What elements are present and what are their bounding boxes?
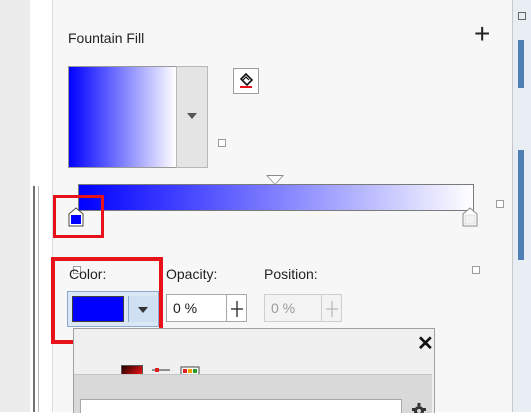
fill-bucket-button[interactable] (233, 68, 259, 94)
color-node-icon (462, 207, 478, 227)
slider-icon (326, 301, 338, 317)
docker-tab-2[interactable] (518, 150, 524, 260)
slider-icon (231, 301, 243, 317)
highlight-start-node (53, 195, 104, 238)
position-input[interactable]: 0 % (264, 294, 322, 322)
left-divider-secondary (38, 186, 39, 412)
paint-bucket-icon (239, 72, 254, 88)
preview-dropdown-button[interactable] (176, 66, 208, 168)
close-icon[interactable]: ✕ (417, 331, 434, 356)
end-color-node[interactable] (462, 207, 478, 227)
opacity-input[interactable]: 0 % (166, 294, 227, 322)
left-window-strip (0, 0, 30, 412)
midpoint-handle[interactable] (268, 176, 282, 184)
position-spinner[interactable] (322, 294, 342, 322)
tiny-checkbox[interactable] (218, 139, 226, 147)
docker-tab-1[interactable] (518, 40, 524, 88)
tiny-checkbox[interactable] (496, 200, 504, 208)
panel-title: Fountain Fill (68, 30, 145, 46)
gear-icon[interactable] (411, 400, 427, 418)
docker-tab-icon[interactable] (518, 12, 526, 20)
gradient-preview (68, 66, 177, 168)
add-button[interactable]: + (474, 20, 490, 48)
opacity-spinner[interactable] (227, 294, 247, 322)
tiny-checkbox[interactable] (472, 266, 480, 274)
gradient-slider-bar[interactable] (78, 184, 474, 211)
left-divider (33, 186, 35, 412)
color-model-dropdown[interactable] (80, 399, 402, 413)
opacity-label: Opacity: (166, 266, 218, 282)
position-label: Position: (264, 266, 318, 282)
chevron-down-icon (187, 113, 197, 119)
